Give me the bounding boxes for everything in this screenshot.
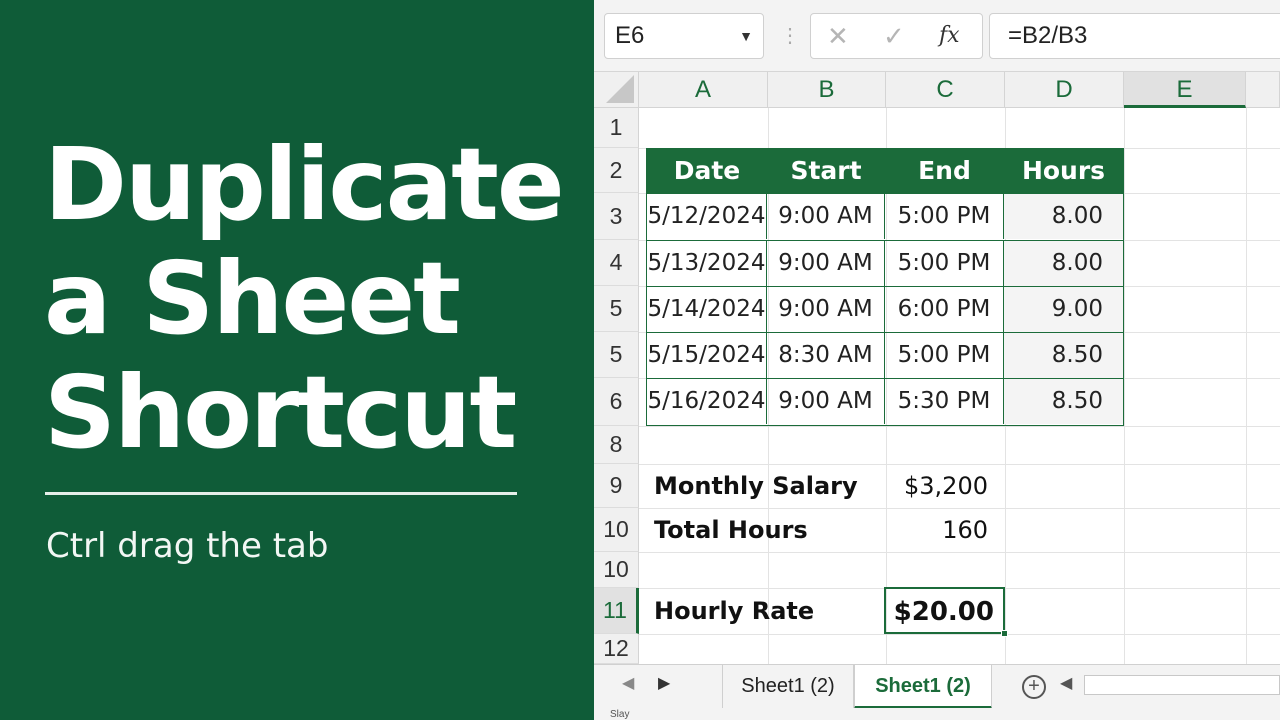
column-header-d[interactable]: D (1005, 72, 1124, 108)
gridline (639, 426, 1280, 427)
title-line: Shortcut (44, 354, 517, 471)
name-box[interactable]: E6 ▼ (604, 13, 764, 59)
row-header[interactable]: 4 (594, 240, 639, 286)
total-hours-label[interactable]: Total Hours (654, 516, 808, 544)
chevron-right-icon[interactable]: ▶ (658, 673, 670, 693)
total-hours-value[interactable]: 160 (886, 516, 988, 544)
cancel-icon[interactable]: ✕ (827, 21, 849, 51)
spreadsheet-window: E6 ▼ ⋮ ✕ ✓ fx =B2/B3 A B C D E 1 2 3 4 5… (594, 0, 1280, 720)
gridline (639, 552, 1280, 553)
column-header-f[interactable] (1246, 72, 1280, 108)
status-bar: Slay (594, 708, 1280, 720)
gridline (1246, 108, 1247, 664)
cell-start[interactable]: 8:30 AM (767, 333, 885, 378)
formula-input[interactable]: =B2/B3 (989, 13, 1280, 59)
add-sheet-icon[interactable]: + (1022, 675, 1046, 699)
cell-start[interactable]: 9:00 AM (767, 379, 885, 424)
cell-hours[interactable]: 8.00 (1004, 241, 1123, 286)
table-row: 5/13/2024 9:00 AM 5:00 PM 8.00 (647, 240, 1123, 286)
divider (45, 492, 517, 495)
title-line: Duplicate (44, 126, 565, 243)
hourly-rate-label[interactable]: Hourly Rate (654, 597, 814, 625)
cell-hours[interactable]: 8.50 (1004, 333, 1123, 378)
table-row: 5/15/2024 8:30 AM 5:00 PM 8.50 (647, 332, 1123, 378)
cell-hours[interactable]: 9.00 (1004, 287, 1123, 332)
column-header-c[interactable]: C (886, 72, 1005, 108)
row-header[interactable]: 5 (594, 286, 639, 332)
cell-date[interactable]: 5/15/2024 (647, 333, 767, 378)
table-row: 5/16/2024 9:00 AM 5:30 PM 8.50 (647, 378, 1123, 425)
cell-end[interactable]: 5:00 PM (885, 333, 1004, 378)
table-row: 5/12/2024 9:00 AM 5:00 PM 8.00 (647, 193, 1123, 239)
row-header[interactable]: 6 (594, 378, 639, 426)
table-header-row: Date Start End Hours (647, 149, 1123, 193)
row-header[interactable]: 10 (594, 508, 639, 552)
row-header[interactable]: 8 (594, 426, 639, 464)
fill-handle[interactable] (1001, 630, 1008, 637)
column-header-a[interactable]: A (639, 72, 768, 108)
row-header[interactable]: 5 (594, 332, 639, 378)
sheet-tab[interactable]: Sheet1 (2) (722, 665, 854, 709)
monthly-salary-value[interactable]: $3,200 (886, 472, 988, 500)
column-header-e[interactable]: E (1124, 72, 1246, 108)
gridline (1124, 108, 1125, 664)
header-hours[interactable]: Hours (1004, 149, 1123, 193)
cell-end[interactable]: 6:00 PM (885, 287, 1004, 332)
column-header-b[interactable]: B (768, 72, 886, 108)
enter-icon[interactable]: ✓ (883, 21, 905, 51)
gridline (639, 508, 1280, 509)
chevron-down-icon[interactable]: ▼ (739, 14, 753, 58)
insert-function-icon[interactable]: fx (939, 21, 960, 51)
banner-title: Duplicate a Sheet Shortcut (44, 128, 574, 470)
cell-end[interactable]: 5:00 PM (885, 194, 1004, 239)
formula-bar: E6 ▼ ⋮ ✕ ✓ fx =B2/B3 (594, 0, 1280, 72)
horizontal-scrollbar[interactable] (1084, 675, 1280, 695)
banner-subtitle: Ctrl drag the tab (46, 526, 329, 566)
cell-hours[interactable]: 8.50 (1004, 379, 1123, 424)
chevron-left-icon[interactable]: ◀ (622, 673, 634, 693)
gridline (639, 464, 1280, 465)
row-header[interactable]: 12 (594, 634, 639, 664)
row-header[interactable]: 2 (594, 148, 639, 193)
gridline (639, 634, 1280, 635)
cell-date[interactable]: 5/13/2024 (647, 241, 767, 286)
sheet-tabs-bar: ◀ ▶ Sheet1 (2) Sheet1 (2) + ◀ (594, 664, 1280, 709)
cell-date[interactable]: 5/14/2024 (647, 287, 767, 332)
hours-table: Date Start End Hours 5/12/2024 9:00 AM 5… (646, 148, 1124, 426)
drag-handle-icon[interactable]: ⋮ (780, 22, 800, 50)
formula-actions: ✕ ✓ fx (810, 13, 983, 59)
row-header[interactable]: 1 (594, 108, 639, 148)
scroll-left-icon[interactable]: ◀ (1060, 673, 1072, 693)
select-all-button[interactable] (594, 72, 639, 108)
cell-start[interactable]: 9:00 AM (767, 241, 885, 286)
cell-start[interactable]: 9:00 AM (767, 194, 885, 239)
row-header-selected[interactable]: 11 (594, 588, 639, 634)
title-line: a Sheet (44, 240, 461, 357)
cell-date[interactable]: 5/12/2024 (647, 194, 767, 239)
title-panel: Duplicate a Sheet Shortcut Ctrl drag the… (0, 0, 594, 720)
cell-end[interactable]: 5:30 PM (885, 379, 1004, 424)
table-row: 5/14/2024 9:00 AM 6:00 PM 9.00 (647, 286, 1123, 332)
header-date[interactable]: Date (647, 149, 767, 193)
cell-date[interactable]: 5/16/2024 (647, 379, 767, 424)
cell-hours[interactable]: 8.00 (1004, 194, 1123, 239)
sheet-tab-active[interactable]: Sheet1 (2) (854, 665, 992, 709)
active-cell[interactable]: $20.00 (884, 587, 1008, 637)
row-header[interactable]: 10 (594, 552, 639, 588)
cell-end[interactable]: 5:00 PM (885, 241, 1004, 286)
row-header[interactable]: 3 (594, 193, 639, 240)
name-box-value: E6 (615, 22, 645, 49)
select-all-icon (606, 75, 634, 103)
cell-start[interactable]: 9:00 AM (767, 287, 885, 332)
header-start[interactable]: Start (767, 149, 885, 193)
header-end[interactable]: End (885, 149, 1004, 193)
row-header[interactable]: 9 (594, 464, 639, 508)
worksheet-grid[interactable]: A B C D E 1 2 3 4 5 5 6 8 9 10 10 11 12 (594, 72, 1280, 664)
hourly-rate-value[interactable]: $20.00 (886, 597, 994, 627)
monthly-salary-label[interactable]: Monthly Salary (654, 472, 858, 500)
